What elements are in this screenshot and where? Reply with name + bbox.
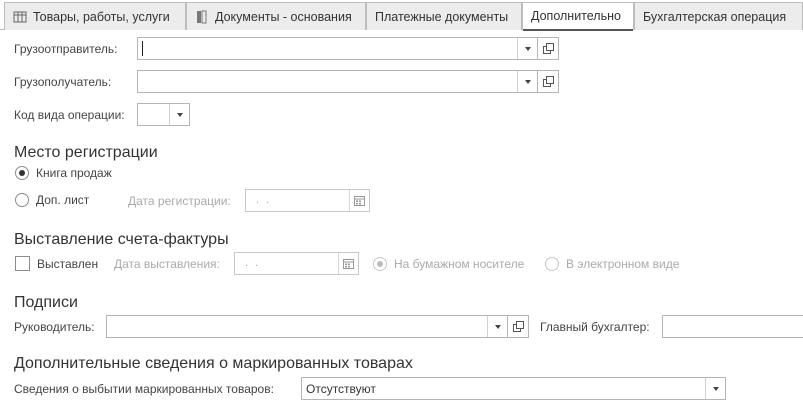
tab-accounting-operation[interactable]: Бухгалтерская операция [634,2,803,30]
marked-section-title: Дополнительные сведения о маркированных … [14,355,413,372]
consignee-field[interactable] [137,70,538,93]
chevron-down-icon[interactable] [169,104,189,125]
sales-book-radio[interactable] [15,166,29,180]
consignee-open-button[interactable] [538,70,559,93]
chevron-down-icon[interactable] [705,378,725,399]
tab-label: Товары, работы, услуги [33,9,170,24]
issue-date-value: . . [245,257,261,269]
head-label: Руководитель: [14,320,95,334]
documents-icon [195,10,209,24]
registration-section-title: Место регистрации [14,144,158,161]
reg-date-value: . . [256,194,272,206]
shipper-field[interactable] [137,37,538,60]
tab-label: Платежные документы [375,9,509,24]
accountant-field[interactable] [662,315,803,338]
tab-label: Дополнительно [531,9,621,23]
signatures-section-title: Подписи [14,294,78,311]
accountant-label: Главный бухгалтер: [540,320,650,334]
reg-date-label: Дата регистрации: [128,194,231,208]
paper-label: На бумажном носителе [394,257,525,271]
electronic-label: В электронном виде [566,257,680,271]
calendar-icon[interactable] [349,190,369,211]
head-field[interactable] [106,315,508,338]
issued-label: Выставлен [37,257,99,271]
open-window-icon [542,43,554,54]
invoice-section-title: Выставление счета-фактуры [14,231,229,248]
consignee-label: Грузополучатель: [14,75,112,89]
chevron-down-icon[interactable] [517,38,537,59]
op-code-label: Код вида операции: [14,108,125,122]
disposal-label: Сведения о выбытии маркированных товаров… [14,382,274,396]
head-open-button[interactable] [508,315,529,338]
shipper-open-button[interactable] [538,37,559,60]
issue-date-field[interactable]: . . [234,252,359,275]
calendar-icon[interactable] [338,253,358,274]
text-cursor [142,41,143,56]
open-window-icon [542,76,554,87]
additional-sheet-label: Доп. лист [36,193,90,207]
disposal-value: Отсутствуют [306,382,376,396]
tab-bar: Товары, работы, услуги Документы - основ… [0,0,803,31]
tab-goods-services[interactable]: Товары, работы, услуги [4,2,186,30]
table-icon [13,10,27,24]
issue-date-label: Дата выставления: [114,257,220,271]
chevron-down-icon[interactable] [517,71,537,92]
shipper-label: Грузоотправитель: [14,42,118,56]
sales-book-label: Книга продаж [36,166,112,180]
chevron-down-icon[interactable] [487,316,507,337]
open-window-icon [512,321,524,332]
tab-payment-documents[interactable]: Платежные документы [366,2,522,30]
issued-checkbox[interactable] [15,256,30,271]
disposal-select[interactable]: Отсутствуют [301,377,726,400]
additional-sheet-radio[interactable] [15,193,29,207]
reg-date-field[interactable]: . . [245,189,370,212]
tab-label: Бухгалтерская операция [643,9,787,24]
tab-label: Документы - основания [215,9,352,24]
paper-radio[interactable] [373,257,387,271]
op-code-field[interactable] [137,103,190,126]
electronic-radio[interactable] [545,257,559,271]
tab-additional[interactable]: Дополнительно [522,2,634,31]
tab-base-documents[interactable]: Документы - основания [186,2,366,30]
